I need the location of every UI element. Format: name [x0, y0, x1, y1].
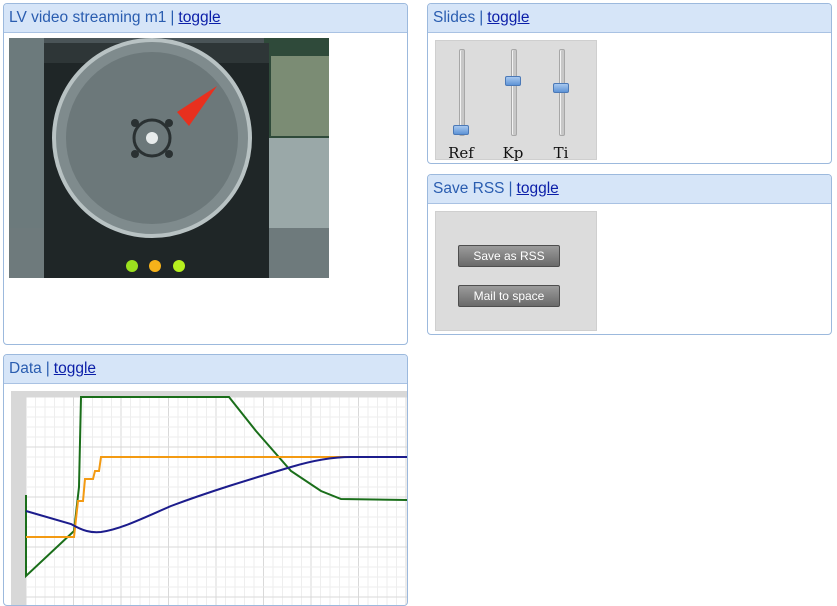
- save-rss-panel-title: Save RSS: [433, 180, 505, 197]
- slides-panel-separator: |: [479, 9, 484, 26]
- slider-ref[interactable]: Ref: [441, 49, 481, 162]
- slider-kp-track[interactable]: [511, 49, 517, 136]
- slider-ti-label: Ti: [553, 144, 569, 162]
- slider-ref-track[interactable]: [459, 49, 465, 136]
- slider-kp-handle[interactable]: [505, 75, 521, 86]
- video-toggle-link[interactable]: toggle: [178, 9, 220, 26]
- video-panel: LV video streaming m1 | toggle: [3, 3, 408, 345]
- slider-ti-handle[interactable]: [553, 83, 569, 94]
- video-stream: [9, 38, 329, 278]
- save-rss-panel-header: Save RSS | toggle: [428, 175, 831, 204]
- mail-to-space-button[interactable]: Mail to space: [458, 285, 560, 307]
- status-leds: [126, 260, 185, 272]
- data-panel-separator: |: [45, 360, 50, 377]
- slider-ref-label: Ref: [448, 144, 474, 162]
- save-rss-panel-separator: |: [508, 180, 513, 197]
- video-panel-separator: |: [170, 9, 175, 26]
- slider-kp[interactable]: Kp: [493, 49, 533, 162]
- data-toggle-link[interactable]: toggle: [54, 360, 96, 377]
- save-rss-toggle-link[interactable]: toggle: [517, 180, 559, 197]
- slides-panel-header: Slides | toggle: [428, 4, 831, 33]
- data-panel-header: Data | toggle: [4, 355, 407, 384]
- sliders-container: Ref Kp Ti: [435, 40, 597, 162]
- slider-ti[interactable]: Ti: [541, 49, 581, 162]
- slides-toggle-link[interactable]: toggle: [487, 9, 529, 26]
- rss-actions-container: Save as RSS Mail to space: [435, 211, 597, 331]
- data-panel-title: Data: [9, 360, 42, 377]
- data-plot-svg: [25, 396, 407, 605]
- slides-panel: Slides | toggle Ref Kp Ti: [427, 3, 832, 164]
- slider-kp-label: Kp: [502, 144, 524, 162]
- save-as-rss-button[interactable]: Save as RSS: [458, 245, 560, 267]
- data-plot: [11, 391, 407, 605]
- save-rss-panel: Save RSS | toggle Save as RSS Mail to spac…: [427, 174, 832, 335]
- dial: [52, 38, 252, 238]
- data-panel: Data | toggle: [3, 354, 408, 606]
- slides-panel-title: Slides: [433, 9, 476, 26]
- slider-ref-handle[interactable]: [453, 125, 469, 135]
- video-panel-title: LV video streaming m1: [9, 9, 167, 26]
- video-panel-header: LV video streaming m1 | toggle: [4, 4, 407, 33]
